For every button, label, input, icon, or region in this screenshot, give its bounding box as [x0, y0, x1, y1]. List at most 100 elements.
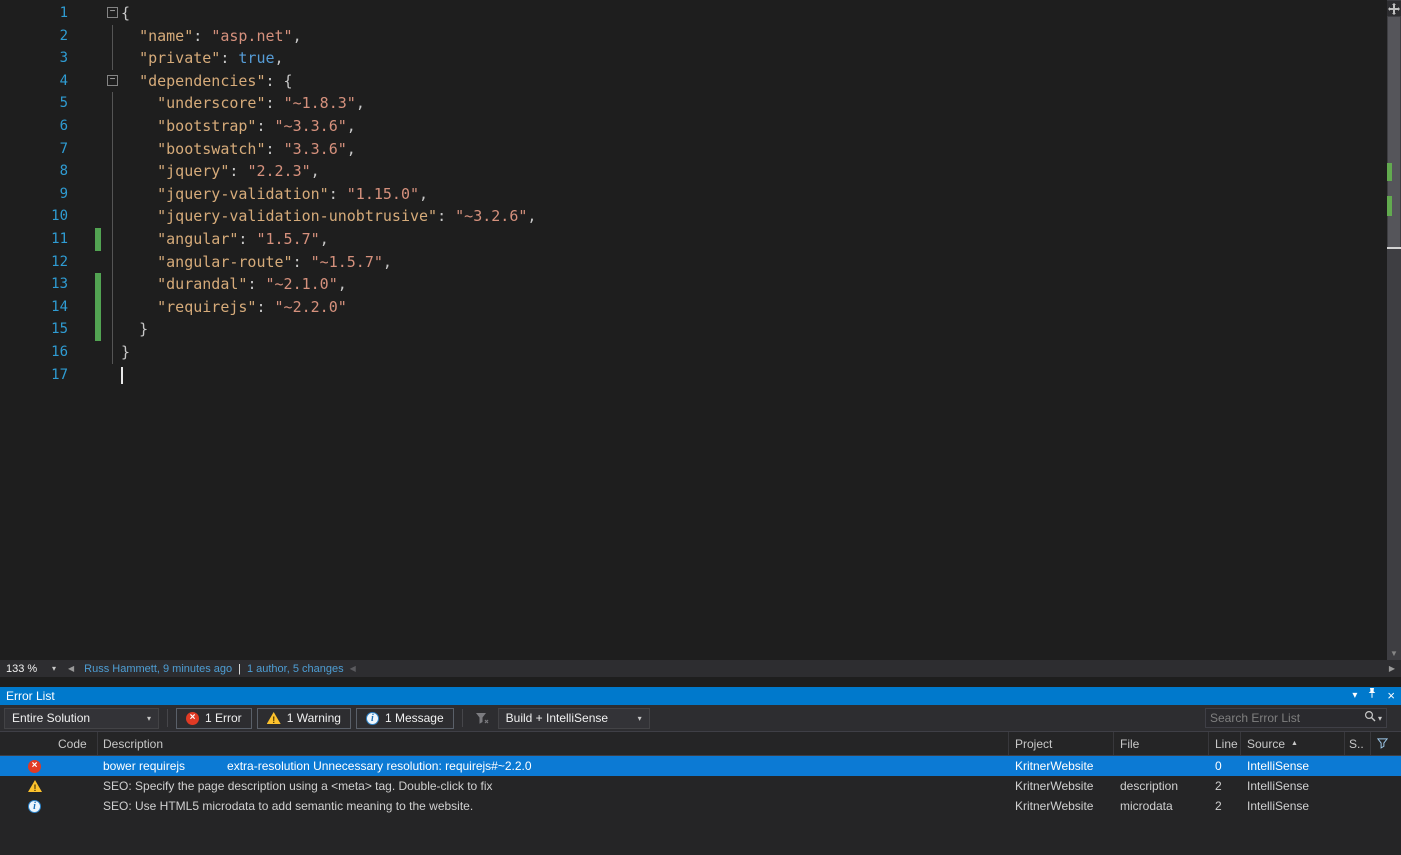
horizontal-scrollbar-track[interactable]: [362, 660, 1383, 677]
description-cell: SEO: Specify the page description using …: [98, 779, 1009, 793]
fold-gutter: [107, 364, 121, 387]
scroll-right-arrow[interactable]: ▶: [1383, 664, 1401, 673]
line-number: 4: [59, 72, 68, 89]
annotation-changes[interactable]: 1 author, 5 changes: [247, 663, 344, 675]
code-text: "bootswatch": "3.3.6",: [157, 139, 356, 158]
code-line[interactable]: 14 "requirejs": "~2.2.0": [0, 295, 1387, 319]
caret-position-mark: [1387, 247, 1401, 249]
code-line[interactable]: 11 "angular": "1.5.7",: [0, 227, 1387, 251]
description-text: extra-resolution Unnecessary resolution:…: [227, 759, 532, 773]
header-line[interactable]: Line: [1209, 732, 1241, 755]
chevron-down-icon: ▾: [51, 664, 56, 673]
line-number: 2: [59, 27, 68, 44]
error-row[interactable]: bower requirejs extra-resolution Unnecess…: [0, 756, 1401, 776]
clear-filter-icon[interactable]: [471, 712, 493, 725]
code-line[interactable]: 3 "private": true,: [0, 47, 1387, 70]
header-file[interactable]: File: [1114, 732, 1209, 755]
vertical-scrollbar[interactable]: ▼: [1387, 0, 1401, 660]
error-row[interactable]: SEO: Specify the page description using …: [0, 776, 1401, 796]
code-line[interactable]: 9 "jquery-validation": "1.15.0",: [0, 182, 1387, 206]
sort-asc-icon: ▲: [1291, 740, 1298, 747]
funnel-icon: [1377, 738, 1388, 749]
severity-cell: [0, 759, 52, 773]
messages-filter-button[interactable]: 1 Message: [355, 707, 454, 729]
close-icon[interactable]: ×: [1387, 687, 1395, 705]
fold-gutter: [107, 227, 121, 251]
source-cell: IntelliSense: [1247, 799, 1310, 813]
code-line[interactable]: 13 "durandal": "~2.1.0",: [0, 273, 1387, 296]
window-position-icon[interactable]: ▾: [1352, 687, 1357, 705]
splitter-grip-icon[interactable]: [1387, 1, 1401, 16]
file-cell: description: [1120, 779, 1179, 793]
line-number: 9: [59, 185, 68, 202]
error-list-titlebar[interactable]: Error List ▾ ×: [0, 687, 1401, 705]
code-line[interactable]: 2 "name": "asp.net",: [0, 24, 1387, 48]
code-line[interactable]: 12 "angular-route": "~1.5.7",: [0, 250, 1387, 274]
header-project[interactable]: Project: [1009, 732, 1114, 755]
code-line[interactable]: 17: [0, 364, 1387, 387]
fold-marker[interactable]: −: [107, 2, 121, 25]
errors-filter-button[interactable]: 1 Error: [176, 707, 252, 729]
scroll-left-arrow-secondary[interactable]: ◀: [344, 664, 362, 673]
fold-gutter: [107, 182, 121, 206]
code-text: "requirejs": "~2.2.0": [157, 297, 347, 316]
change-indicator: [95, 273, 101, 296]
scope-dropdown[interactable]: Entire Solution ▾: [4, 707, 159, 729]
code-text: "jquery-validation-unobtrusive": "~3.2.6…: [157, 207, 537, 226]
build-filter-dropdown[interactable]: Build + IntelliSense ▾: [497, 707, 650, 729]
header-source[interactable]: Source ▲: [1241, 732, 1345, 755]
error-list-header-row: Code Description Project File Line Sourc…: [0, 732, 1401, 756]
line-number: 8: [59, 163, 68, 180]
errors-filter-label: 1 Error: [205, 711, 242, 725]
warnings-filter-button[interactable]: 1 Warning: [256, 707, 351, 729]
pin-icon[interactable]: [1367, 687, 1377, 706]
editor-bottom-bar: 133 % ▾ ◀ Russ Hammett, 9 minutes ago | …: [0, 660, 1401, 677]
header-severity[interactable]: [0, 732, 52, 755]
search-input[interactable]: [1210, 711, 1364, 725]
code-line[interactable]: 4 − "dependencies": {: [0, 70, 1387, 93]
text-caret: [121, 366, 123, 384]
fold-collapse-icon: −: [107, 74, 118, 86]
zoom-selector[interactable]: 133 % ▾: [0, 660, 62, 677]
annotation-author[interactable]: Russ Hammett, 9 minutes ago: [84, 663, 232, 675]
code-line[interactable]: 6 "bootstrap": "~3.3.6",: [0, 114, 1387, 138]
code-line[interactable]: 16}: [0, 340, 1387, 364]
search-icon[interactable]: [1364, 709, 1376, 727]
change-indicator-empty: [95, 70, 101, 93]
warning-icon: [28, 780, 42, 792]
header-severity-short[interactable]: S..: [1345, 732, 1371, 755]
search-options-icon[interactable]: ▾: [1378, 714, 1382, 723]
code-text: "angular-route": "~1.5.7",: [157, 252, 392, 271]
code-line[interactable]: 10 "jquery-validation-unobtrusive": "~3.…: [0, 205, 1387, 228]
change-indicator-empty: [95, 25, 101, 48]
chevron-down-icon: ▾: [146, 713, 151, 723]
error-row[interactable]: SEO: Use HTML5 microdata to add semantic…: [0, 796, 1401, 816]
code-line[interactable]: 15 }: [0, 318, 1387, 341]
code-text: {: [121, 4, 131, 22]
code-line[interactable]: 7 "bootswatch": "3.3.6",: [0, 137, 1387, 161]
fold-gutter: [107, 250, 121, 274]
fold-collapse-icon: −: [107, 7, 118, 18]
header-description[interactable]: Description: [98, 732, 1009, 755]
scroll-left-arrow[interactable]: ◀: [62, 664, 80, 673]
warning-icon: [266, 712, 281, 724]
header-code[interactable]: Code: [52, 732, 98, 755]
change-indicator: [95, 295, 101, 319]
code-text: "bootstrap": "~3.3.6",: [157, 116, 356, 135]
code-text: }: [121, 342, 131, 361]
line-cell: 2: [1215, 779, 1222, 793]
header-filter[interactable]: [1371, 732, 1401, 755]
line-number: 7: [59, 140, 68, 157]
zoom-level: 133 %: [6, 662, 38, 675]
scroll-down-arrow[interactable]: ▼: [1387, 649, 1401, 658]
line-number: 16: [51, 343, 68, 360]
build-filter-value: Build + IntelliSense: [505, 711, 609, 725]
code-line[interactable]: 1 −{: [0, 2, 1387, 25]
fold-marker[interactable]: −: [107, 70, 121, 93]
code-line[interactable]: 5 "underscore": "~1.8.3",: [0, 92, 1387, 115]
code-text: "name": "asp.net",: [139, 26, 302, 45]
source-cell: IntelliSense: [1247, 759, 1310, 773]
change-indicator: [95, 227, 101, 251]
change-indicator-empty: [95, 341, 101, 364]
code-line[interactable]: 8 "jquery": "2.2.3",: [0, 160, 1387, 183]
